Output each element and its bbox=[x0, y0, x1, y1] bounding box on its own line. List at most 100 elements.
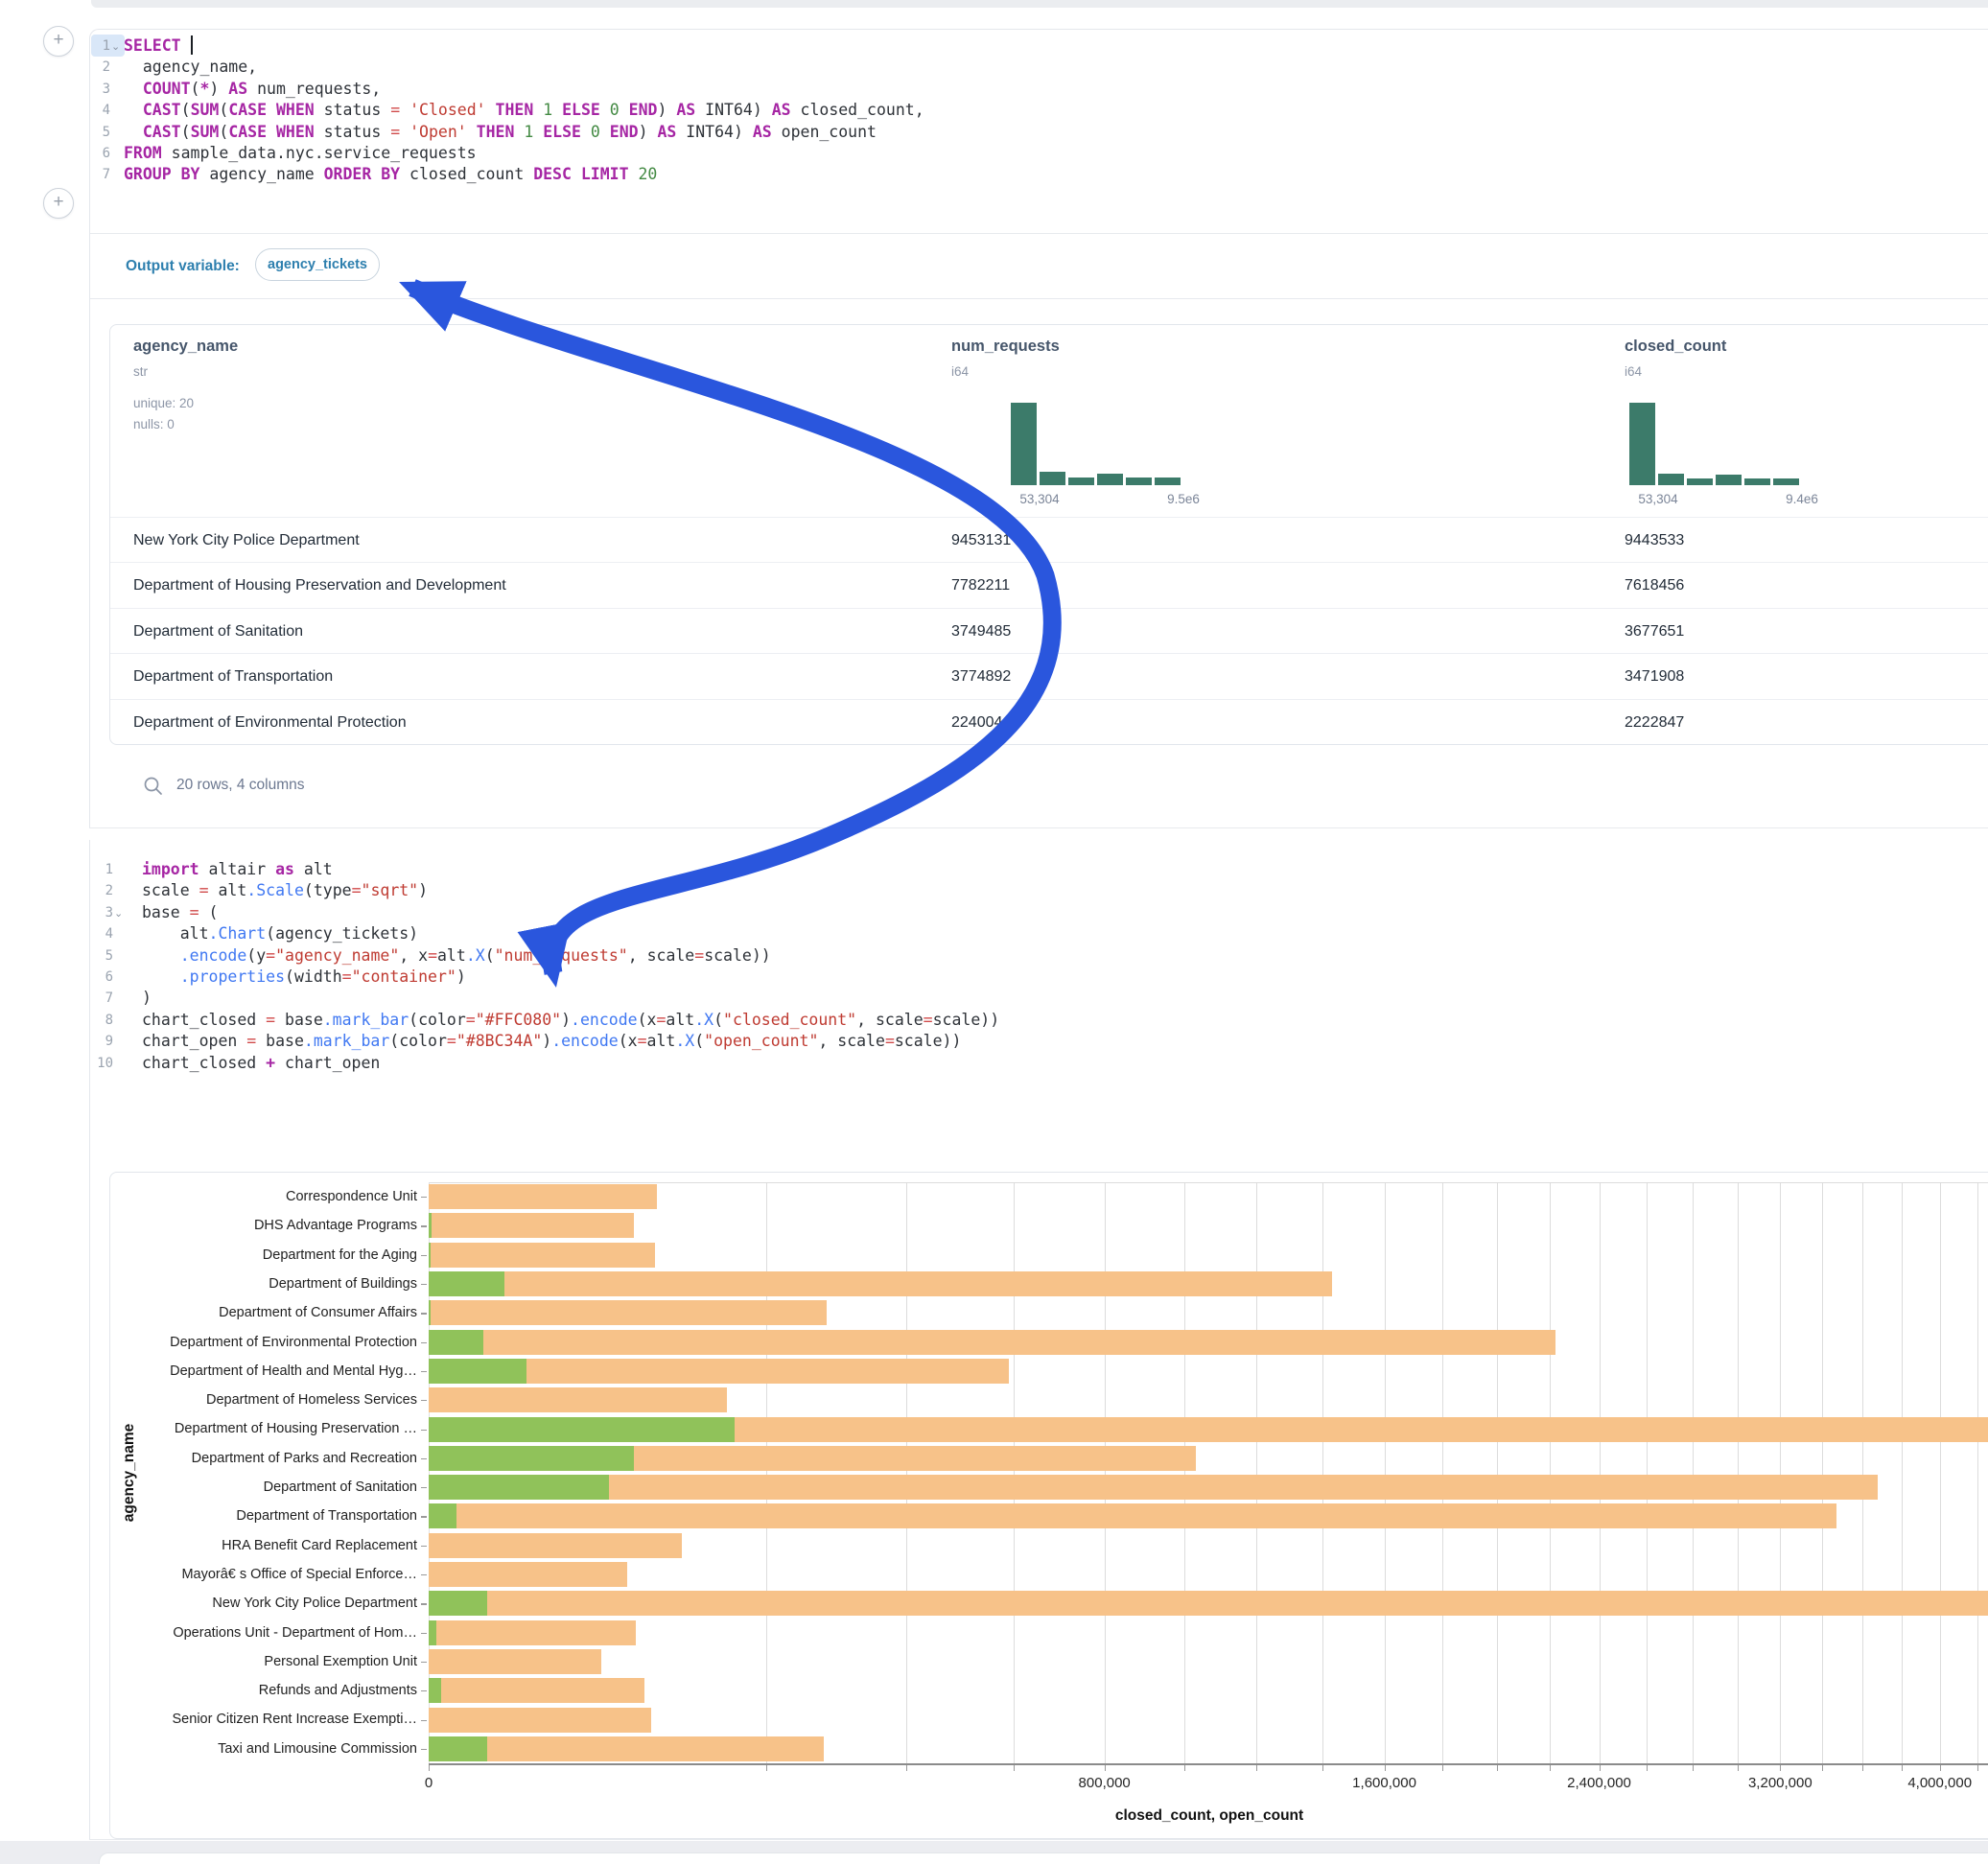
column-header[interactable]: closed_count bbox=[1625, 338, 1726, 356]
code-token: ( bbox=[713, 1011, 723, 1029]
code-token: .mark_bar bbox=[304, 1032, 389, 1050]
sql-cell: 1⌄SELECT 2 agency_name,3 COUNT(*) AS num… bbox=[89, 29, 1988, 828]
column-type: i64 bbox=[951, 364, 969, 379]
y-axis-tick bbox=[421, 1516, 427, 1517]
table-row[interactable]: New York City Police Department945313194… bbox=[110, 517, 1988, 563]
code-token: DESC bbox=[533, 165, 572, 183]
y-axis-tick bbox=[421, 1197, 427, 1198]
code-token bbox=[467, 123, 477, 141]
code-token: alt bbox=[437, 946, 466, 965]
code-line[interactable]: scale = alt.Scale(type="sqrt") bbox=[142, 880, 428, 901]
output-variable-input[interactable]: agency_tickets bbox=[255, 248, 380, 281]
histogram-bar[interactable] bbox=[1629, 403, 1655, 485]
bar-closed-count bbox=[429, 1330, 1555, 1355]
code-line[interactable]: chart_closed + chart_open bbox=[142, 1053, 380, 1074]
code-token: INT64) bbox=[676, 123, 752, 141]
code-line[interactable]: CAST(SUM(CASE WHEN status = 'Open' THEN … bbox=[124, 122, 877, 143]
fold-chevron-icon[interactable]: ⌄ bbox=[114, 903, 123, 924]
x-axis-tick bbox=[1550, 1765, 1551, 1771]
code-line[interactable]: SELECT bbox=[124, 35, 193, 57]
code-token: = bbox=[466, 1011, 476, 1029]
code-line[interactable]: base = ( bbox=[142, 902, 218, 923]
code-token: AS bbox=[772, 101, 791, 119]
code-line[interactable]: .properties(width="container") bbox=[142, 967, 466, 988]
code-line[interactable]: ) bbox=[142, 988, 152, 1009]
table-row[interactable]: Department of Housing Preservation and D… bbox=[110, 562, 1988, 608]
bar-open-count bbox=[429, 1736, 487, 1761]
code-token: = bbox=[390, 101, 400, 119]
histogram-bar[interactable] bbox=[1097, 474, 1123, 485]
x-axis-tick bbox=[1862, 1765, 1863, 1771]
code-token: .mark_bar bbox=[323, 1011, 409, 1029]
code-line[interactable]: COUNT(*) AS num_requests, bbox=[124, 79, 381, 100]
table-row[interactable]: Department of Transportation377489234719… bbox=[110, 653, 1988, 699]
line-number: 2 bbox=[92, 57, 110, 78]
code-token: ) bbox=[561, 1011, 571, 1029]
y-axis-label: Department of Consumer Affairs bbox=[120, 1298, 417, 1327]
notebook-page: + + 1⌄SELECT 2 agency_name,3 COUNT(*) AS… bbox=[0, 0, 1988, 1864]
column-header[interactable]: agency_name bbox=[133, 338, 238, 356]
x-axis-tick-label: 2,400,000 bbox=[1567, 1775, 1631, 1791]
code-line[interactable]: chart_closed = base.mark_bar(color="#FFC… bbox=[142, 1010, 999, 1031]
histogram-bar[interactable] bbox=[1155, 478, 1181, 485]
code-line[interactable]: .encode(y="agency_name", x=alt.X("num_re… bbox=[142, 945, 771, 967]
x-axis-tick bbox=[906, 1765, 907, 1771]
code-line[interactable]: agency_name, bbox=[124, 57, 257, 78]
y-axis-label: DHS Advantage Programs bbox=[120, 1211, 417, 1240]
code-token: status bbox=[315, 123, 390, 141]
histogram-bar[interactable] bbox=[1011, 403, 1037, 485]
code-token: .properties bbox=[180, 967, 285, 986]
table-row[interactable]: Department of Environmental Protection22… bbox=[110, 699, 1988, 745]
histogram-bar[interactable] bbox=[1658, 474, 1684, 485]
code-line[interactable]: GROUP BY agency_name ORDER BY closed_cou… bbox=[124, 164, 657, 185]
code-token: = bbox=[199, 881, 209, 899]
search-icon[interactable] bbox=[143, 776, 164, 797]
code-line[interactable]: FROM sample_data.nyc.service_requests bbox=[124, 143, 477, 164]
code-token: 0 bbox=[591, 123, 600, 141]
code-token: = bbox=[246, 1032, 256, 1050]
code-token bbox=[533, 101, 543, 119]
y-axis-tick bbox=[421, 1574, 427, 1575]
column-header[interactable]: num_requests bbox=[951, 338, 1060, 356]
code-token: .encode bbox=[571, 1011, 638, 1029]
code-token bbox=[400, 101, 409, 119]
histogram-bar[interactable] bbox=[1744, 478, 1770, 485]
code-line[interactable]: CAST(SUM(CASE WHEN status = 'Closed' THE… bbox=[124, 100, 924, 121]
code-token: import bbox=[142, 860, 199, 878]
code-token bbox=[620, 101, 629, 119]
code-line[interactable]: import altair as alt bbox=[142, 859, 333, 880]
histogram-bar[interactable] bbox=[1040, 472, 1065, 485]
code-token: COUNT bbox=[143, 80, 191, 98]
x-axis-line bbox=[429, 1763, 1988, 1765]
code-token: ELSE bbox=[562, 101, 600, 119]
line-number: 10 bbox=[92, 1053, 113, 1074]
add-cell-button-top[interactable]: + bbox=[43, 26, 74, 57]
histogram-bar[interactable] bbox=[1126, 478, 1152, 485]
histogram-bar[interactable] bbox=[1068, 478, 1094, 485]
code-token: alt bbox=[142, 924, 209, 943]
code-token: (x bbox=[619, 1032, 638, 1050]
code-line[interactable]: alt.Chart(agency_tickets) bbox=[142, 923, 418, 944]
histogram-bar[interactable] bbox=[1687, 478, 1713, 485]
column-type: i64 bbox=[1625, 364, 1642, 379]
line-number: 3 bbox=[92, 79, 110, 100]
table-row[interactable]: Department of Sanitation37494853677651 bbox=[110, 608, 1988, 654]
sql-code-editor[interactable]: 1⌄SELECT 2 agency_name,3 COUNT(*) AS num… bbox=[90, 30, 1988, 231]
python-code-editor[interactable]: 1import altair as alt2scale = alt.Scale(… bbox=[90, 840, 1988, 1089]
code-token bbox=[142, 946, 180, 965]
code-token: = bbox=[885, 1032, 895, 1050]
bar-closed-count bbox=[429, 1475, 1878, 1500]
fold-chevron-icon[interactable]: ⌄ bbox=[111, 36, 120, 58]
line-number: 7 bbox=[92, 164, 110, 185]
histogram-bar[interactable] bbox=[1773, 478, 1799, 485]
cell-agency-name: New York City Police Department bbox=[133, 518, 360, 563]
code-token bbox=[267, 123, 276, 141]
histogram-bar[interactable] bbox=[1716, 475, 1742, 485]
bar-closed-count bbox=[429, 1620, 636, 1645]
code-line[interactable]: chart_open = base.mark_bar(color="#8BC34… bbox=[142, 1031, 961, 1052]
column-stat: unique: 20 bbox=[133, 396, 194, 410]
y-axis-label: Department of Sanitation bbox=[120, 1473, 417, 1502]
cell-value: 7618456 bbox=[1625, 563, 1684, 608]
y-axis-label: HRA Benefit Card Replacement bbox=[120, 1531, 417, 1560]
add-cell-button-middle[interactable]: + bbox=[43, 188, 74, 219]
